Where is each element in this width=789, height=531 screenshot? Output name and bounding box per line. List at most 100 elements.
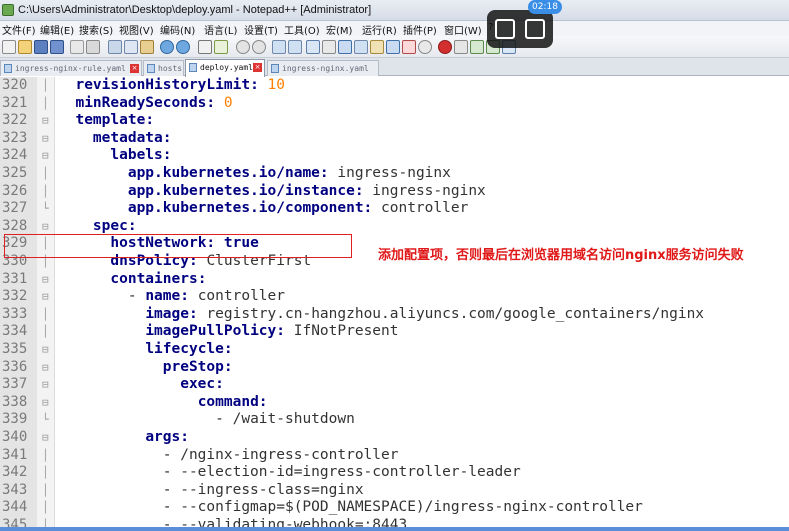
code-line[interactable]: 327 └ app.kubernetes.io/component: contro…: [0, 200, 789, 218]
play-macro-icon[interactable]: [470, 40, 484, 54]
fold-toggle-icon[interactable]: ⊟: [42, 376, 49, 394]
stop-macro-icon[interactable]: [454, 40, 468, 54]
capture-icon[interactable]: [525, 19, 545, 39]
code-line[interactable]: 334 │ imagePullPolicy: IfNotPresent: [0, 323, 789, 341]
code-line[interactable]: 341 │ - /nginx-ingress-controller: [0, 447, 789, 465]
fold-toggle-icon[interactable]: ⊟: [42, 271, 49, 289]
copy-icon[interactable]: [124, 40, 138, 54]
redo-icon[interactable]: [176, 40, 190, 54]
document-icon: [271, 64, 279, 73]
sync-horizontal-icon[interactable]: [288, 40, 302, 54]
menu-window[interactable]: 窗口(W): [444, 22, 482, 37]
fold-line-marker: │: [42, 448, 49, 462]
code-line[interactable]: 322 ⊟ template:: [0, 112, 789, 130]
tab-close-icon[interactable]: ×: [130, 64, 139, 73]
fold-toggle-icon[interactable]: ⊟: [42, 429, 49, 447]
code-line[interactable]: 332 ⊟ - name: controller: [0, 288, 789, 306]
yaml-key: exec: [180, 376, 216, 393]
tab-hosts[interactable]: hosts: [143, 60, 184, 76]
menu-macro[interactable]: 宏(M): [326, 22, 352, 37]
undo-icon[interactable]: [160, 40, 174, 54]
code-line[interactable]: 331 ⊟ containers:: [0, 271, 789, 289]
menu-view[interactable]: 视图(V): [119, 22, 154, 37]
show-all-chars-icon[interactable]: [322, 40, 336, 54]
fold-toggle-icon[interactable]: ⊟: [42, 394, 49, 412]
code-text: revisionHistoryLimit: 10: [58, 77, 285, 95]
menu-tools[interactable]: 工具(O): [284, 22, 320, 37]
open-file-icon[interactable]: [18, 40, 32, 54]
code-line[interactable]: 337 ⊟ exec:: [0, 376, 789, 394]
yaml-separator: :: [258, 393, 268, 410]
menu-run[interactable]: 运行(R): [362, 22, 397, 37]
word-wrap-icon[interactable]: [306, 40, 320, 54]
save-all-icon[interactable]: [50, 40, 64, 54]
monitor-icon[interactable]: [402, 40, 416, 54]
code-line[interactable]: 338 ⊟ command:: [0, 394, 789, 412]
code-line[interactable]: 344 │ - --configmap=$(POD_NAMESPACE)/ingr…: [0, 499, 789, 517]
find-icon[interactable]: [198, 40, 212, 54]
code-line[interactable]: 335 ⊟ lifecycle:: [0, 341, 789, 359]
code-line[interactable]: 326 │ app.kubernetes.io/instance: ingress…: [0, 183, 789, 201]
tab-ingress-nginx-rule[interactable]: ingress-nginx-rule.yaml ×: [0, 60, 142, 76]
sync-vertical-icon[interactable]: [272, 40, 286, 54]
line-number: 323: [2, 129, 28, 146]
fold-toggle-icon[interactable]: ⊟: [42, 288, 49, 306]
zoom-out-icon[interactable]: [252, 40, 266, 54]
code-line[interactable]: 328 ⊟ spec:: [0, 218, 789, 236]
zoom-in-icon[interactable]: [236, 40, 250, 54]
code-line[interactable]: 324 ⊟ labels:: [0, 147, 789, 165]
menu-search[interactable]: 搜索(S): [79, 22, 113, 37]
save-icon[interactable]: [34, 40, 48, 54]
yaml-separator: :: [206, 94, 224, 111]
yaml-value: 0: [223, 94, 233, 111]
replace-icon[interactable]: [214, 40, 228, 54]
tab-close-icon[interactable]: ×: [253, 63, 262, 72]
close-icon[interactable]: [70, 40, 84, 54]
paste-icon[interactable]: [140, 40, 154, 54]
cut-icon[interactable]: [108, 40, 122, 54]
code-line[interactable]: 336 ⊟ preStop:: [0, 359, 789, 377]
fold-toggle-icon[interactable]: ⊟: [42, 147, 49, 165]
code-line[interactable]: 325 │ app.kubernetes.io/name: ingress-ngi…: [0, 165, 789, 183]
document-icon: [189, 63, 197, 72]
menu-settings[interactable]: 设置(T): [244, 22, 278, 37]
code-text: preStop:: [58, 359, 233, 377]
fold-toggle-icon[interactable]: ⊟: [42, 218, 49, 236]
menu-file[interactable]: 文件(F): [2, 22, 36, 37]
pip-icon[interactable]: [495, 19, 515, 39]
code-line[interactable]: 342 │ - --election-id=ingress-controller-…: [0, 464, 789, 482]
yaml-separator: :: [363, 200, 382, 217]
menu-plugins[interactable]: 插件(P): [403, 22, 437, 37]
folder-workspace-icon[interactable]: [386, 40, 400, 54]
fold-toggle-icon[interactable]: ⊟: [42, 359, 49, 377]
code-line[interactable]: 321 │ minReadySeconds: 0: [0, 95, 789, 113]
tab-deploy-yaml[interactable]: deploy.yaml ×: [185, 59, 265, 77]
record-macro-icon[interactable]: [438, 40, 452, 54]
code-text: - name: controller: [58, 288, 285, 306]
menu-edit[interactable]: 编辑(E): [40, 22, 74, 37]
code-editor[interactable]: 320 │ revisionHistoryLimit: 10 321 │ minRea…: [0, 77, 789, 531]
line-number: 337: [2, 376, 28, 393]
yaml-value: IfNotPresent: [293, 323, 399, 340]
function-list-icon[interactable]: [370, 40, 384, 54]
code-line[interactable]: 320 │ revisionHistoryLimit: 10: [0, 77, 789, 95]
video-progress-bar[interactable]: [0, 527, 789, 531]
doc-map-icon[interactable]: [354, 40, 368, 54]
code-line[interactable]: 323 ⊟ metadata:: [0, 130, 789, 148]
fold-toggle-icon[interactable]: ⊟: [42, 112, 49, 130]
tab-bar: ingress-nginx-rule.yaml × hosts deploy.y…: [0, 58, 789, 77]
new-file-icon[interactable]: [2, 40, 16, 54]
view-icon[interactable]: [418, 40, 432, 54]
fold-end-marker: └: [42, 413, 49, 427]
code-line[interactable]: 340 ⊟ args:: [0, 429, 789, 447]
indent-guide-icon[interactable]: [338, 40, 352, 54]
fold-toggle-icon[interactable]: ⊟: [42, 341, 49, 359]
fold-toggle-icon[interactable]: ⊟: [42, 130, 49, 148]
code-line[interactable]: 339 └ - /wait-shutdown: [0, 411, 789, 429]
code-line[interactable]: 333 │ image: registry.cn-hangzhou.aliyunc…: [0, 306, 789, 324]
menu-language[interactable]: 语言(L): [204, 22, 237, 37]
tab-ingress-nginx-yaml[interactable]: ingress-nginx.yaml: [267, 60, 379, 76]
menu-encoding[interactable]: 编码(N): [160, 22, 195, 37]
print-icon[interactable]: [86, 40, 100, 54]
code-line[interactable]: 343 │ - --ingress-class=nginx: [0, 482, 789, 500]
